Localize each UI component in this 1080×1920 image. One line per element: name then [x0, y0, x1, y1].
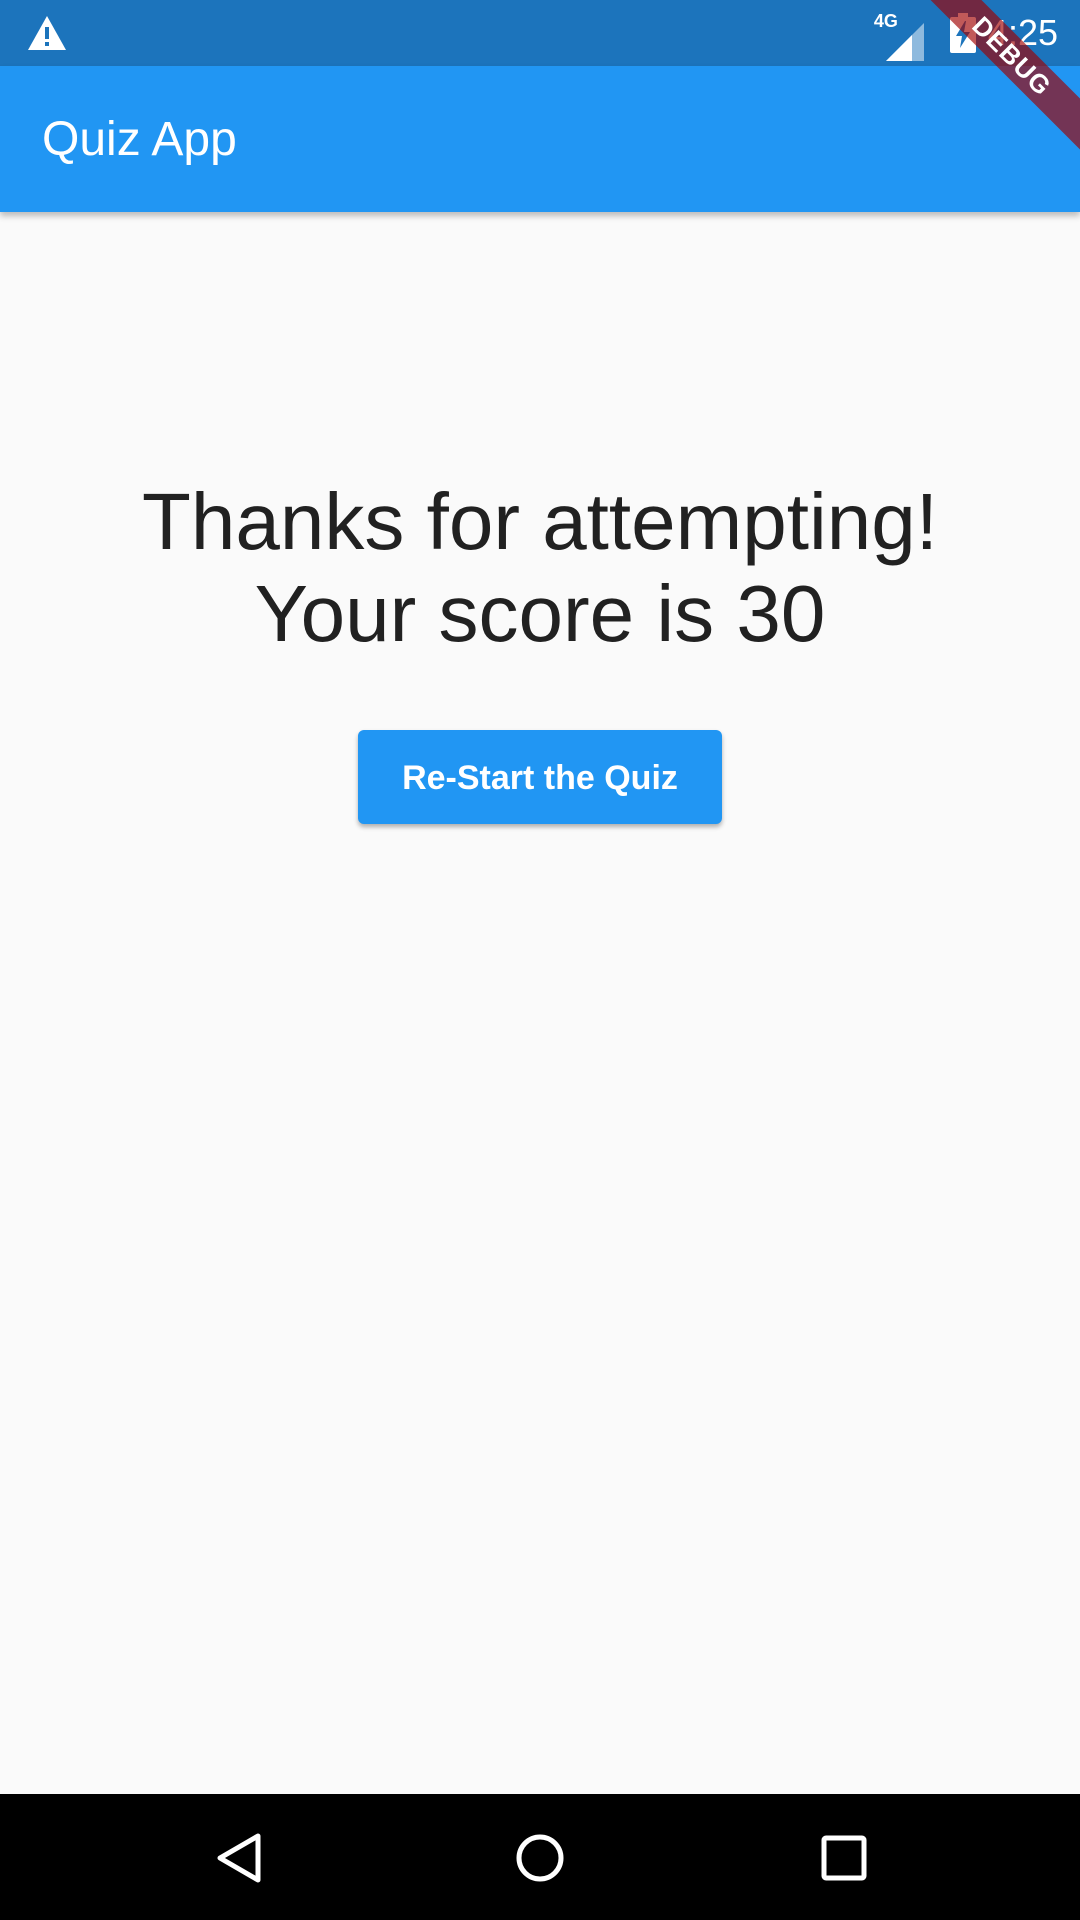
result-line-thanks: Thanks for attempting!: [142, 477, 938, 566]
result-message: Thanks for attempting! Your score is 30: [0, 476, 1080, 660]
navigation-bar: [0, 1794, 1080, 1920]
battery-charging-icon: [949, 13, 976, 53]
restart-quiz-button[interactable]: Re-Start the Quiz: [358, 730, 722, 824]
warning-icon: [28, 16, 66, 50]
app-title: Quiz App: [42, 113, 237, 166]
status-icons: 4G 4:25: [874, 0, 1058, 66]
screen: 4G 4:25 DEBUG Quiz App Thanks for attemp…: [0, 0, 1080, 1920]
back-icon[interactable]: [212, 1830, 268, 1886]
app-bar: Quiz App: [0, 66, 1080, 212]
clock: 4:25: [987, 12, 1058, 53]
main-content: Thanks for attempting! Your score is 30 …: [0, 212, 1080, 1794]
signal-icon: [885, 23, 924, 61]
status-bar: 4G 4:25: [0, 0, 1080, 66]
result-line-score: Your score is 30: [254, 569, 826, 658]
signal-group: 4G: [874, 11, 924, 61]
home-icon[interactable]: [512, 1830, 568, 1886]
recents-icon[interactable]: [816, 1830, 872, 1886]
